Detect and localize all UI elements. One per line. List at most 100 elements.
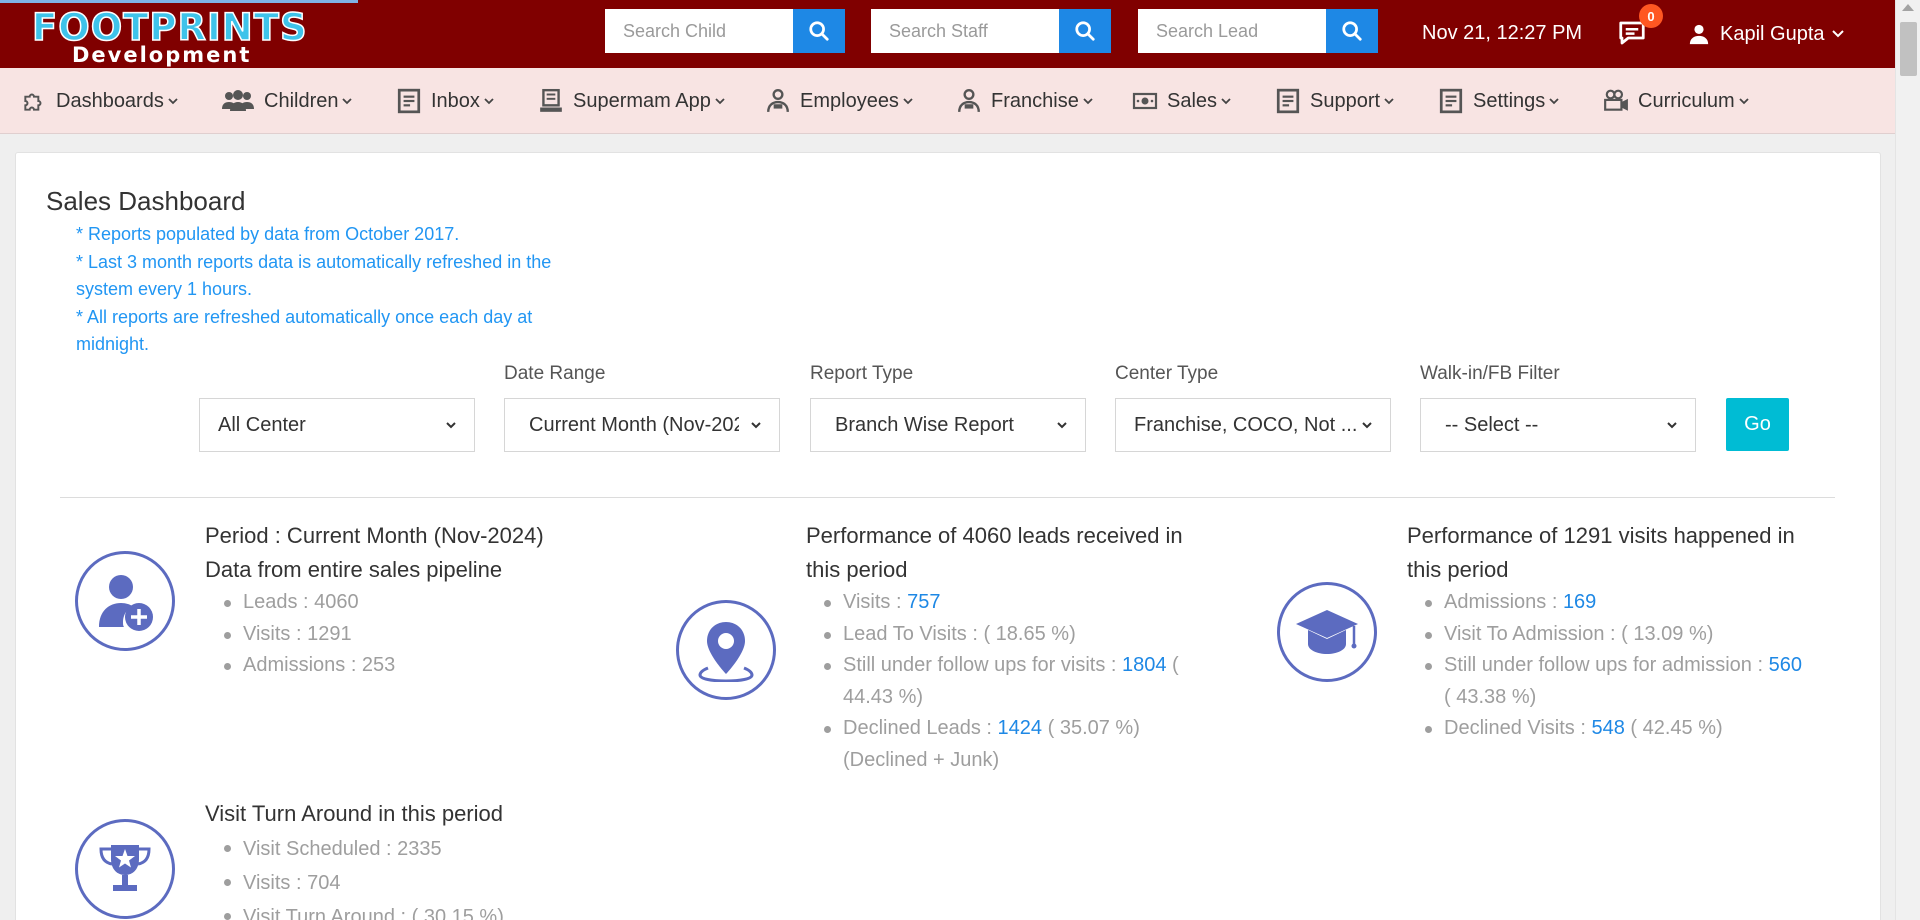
nav-label: Employees bbox=[800, 89, 899, 112]
chevron-down-icon bbox=[1221, 98, 1231, 105]
divider bbox=[60, 497, 1835, 498]
chevron-down-icon bbox=[1057, 422, 1067, 429]
nav-children[interactable]: Children bbox=[220, 68, 353, 134]
stat-percent: ( 43.38 %) bbox=[1444, 685, 1537, 708]
nav-label: Inbox bbox=[431, 89, 480, 112]
list-item: Visits : 757 bbox=[824, 587, 1223, 619]
nav-inbox[interactable]: Inbox bbox=[395, 68, 495, 134]
top-header: FOOTPRINTS Development Nov 21, 12:27 PM … bbox=[0, 0, 1920, 68]
nav-dashboards[interactable]: Dashboards bbox=[20, 68, 179, 134]
list-item: Visit To Admission : ( 13.09 %) bbox=[1425, 619, 1884, 651]
chevron-down-icon bbox=[484, 98, 494, 105]
stat-percent: 44.43 %) bbox=[843, 685, 924, 708]
search-lead-input[interactable] bbox=[1138, 9, 1326, 53]
stat-label: Declined Leads : bbox=[843, 717, 998, 739]
period-title: Period : Current Month (Nov-2024) Data f… bbox=[205, 519, 544, 587]
nav-label: Children bbox=[264, 89, 339, 112]
walkin-filter-select-value: -- Select -- bbox=[1445, 413, 1539, 436]
declined-leads-link[interactable]: 1424 bbox=[998, 717, 1043, 739]
stat-label: Still under follow ups for admission : bbox=[1444, 654, 1769, 676]
nav-supermam-app[interactable]: Supermam App bbox=[537, 68, 726, 134]
scroll-up-arrow-icon[interactable] bbox=[1902, 4, 1914, 11]
support-icon bbox=[1274, 87, 1302, 115]
graduation-cap-icon bbox=[1277, 582, 1377, 682]
franchise-icon bbox=[955, 87, 983, 115]
main-nav: Dashboards Children Inbox Supermam App E… bbox=[0, 68, 1920, 134]
user-name: Kapil Gupta bbox=[1720, 22, 1825, 45]
nav-settings[interactable]: Settings bbox=[1437, 68, 1560, 134]
current-datetime: Nov 21, 12:27 PM bbox=[1422, 22, 1583, 44]
search-child-button[interactable] bbox=[793, 9, 845, 53]
nav-franchise[interactable]: Franchise bbox=[955, 68, 1094, 134]
chevron-down-icon bbox=[903, 98, 913, 105]
declined-visits-link[interactable]: 548 bbox=[1591, 717, 1624, 739]
messages-button[interactable]: 0 bbox=[1617, 4, 1663, 48]
list-item: Visits : 704 bbox=[224, 866, 504, 900]
followup-admission-link[interactable]: 560 bbox=[1769, 654, 1802, 676]
users-icon bbox=[220, 87, 256, 115]
search-lead bbox=[1138, 9, 1378, 53]
walkin-filter-label: Walk-in/FB Filter bbox=[1420, 363, 1560, 384]
stat-label: Still under follow ups for visits : bbox=[843, 654, 1122, 676]
money-icon bbox=[1131, 87, 1159, 115]
center-type-select[interactable]: Franchise, COCO, Not ... bbox=[1115, 398, 1391, 452]
date-range-select-value: Current Month (Nov-2024) bbox=[529, 413, 739, 436]
turnaround-stats: Visit Scheduled : 2335 Visits : 704 Visi… bbox=[224, 832, 504, 920]
add-user-icon bbox=[75, 551, 175, 651]
location-pin-icon bbox=[676, 600, 776, 700]
note-item: * All reports are refreshed automaticall… bbox=[76, 306, 533, 355]
visits-title-line: this period bbox=[1407, 557, 1509, 582]
visits-link[interactable]: 757 bbox=[907, 591, 940, 613]
search-lead-button[interactable] bbox=[1326, 9, 1378, 53]
admissions-link[interactable]: 169 bbox=[1563, 591, 1596, 613]
go-button[interactable]: Go bbox=[1726, 398, 1789, 451]
search-staff-button[interactable] bbox=[1059, 9, 1111, 53]
stat-note: (Declined + Junk) bbox=[843, 748, 1000, 771]
list-item: Admissions : 253 bbox=[223, 650, 395, 682]
nav-support[interactable]: Support bbox=[1274, 68, 1395, 134]
chevron-down-icon bbox=[1739, 98, 1749, 105]
nav-employees[interactable]: Employees bbox=[764, 68, 914, 134]
nav-sales[interactable]: Sales bbox=[1131, 68, 1232, 134]
center-select[interactable]: All Center bbox=[199, 398, 475, 452]
page-title: Sales Dashboard bbox=[46, 186, 246, 216]
search-icon bbox=[1075, 21, 1095, 41]
list-item: Leads : 4060 bbox=[223, 587, 395, 619]
settings-icon bbox=[1437, 87, 1465, 115]
visits-title: Performance of 1291 visits happened in t… bbox=[1407, 519, 1795, 587]
curriculum-icon bbox=[1602, 87, 1630, 115]
page-scrollbar[interactable] bbox=[1895, 0, 1920, 920]
list-item: Lead To Visits : ( 18.65 %) bbox=[824, 619, 1223, 651]
scrollbar-thumb[interactable] bbox=[1900, 22, 1917, 76]
list-item: Visits : 1291 bbox=[223, 619, 395, 651]
search-child bbox=[605, 9, 845, 53]
stat-percent: ( 35.07 %) bbox=[1042, 717, 1140, 739]
period-title-line: Period : Current Month (Nov-2024) bbox=[205, 523, 544, 548]
chevron-down-icon bbox=[1831, 30, 1844, 38]
nav-curriculum[interactable]: Curriculum bbox=[1602, 68, 1750, 134]
logo[interactable]: FOOTPRINTS Development bbox=[31, 7, 307, 66]
list-item: Visit Scheduled : 2335 bbox=[224, 832, 504, 866]
search-staff bbox=[871, 9, 1111, 53]
walkin-filter-select[interactable]: -- Select -- bbox=[1420, 398, 1696, 452]
date-range-label: Date Range bbox=[504, 363, 606, 384]
leads-stats: Visits : 757 Lead To Visits : ( 18.65 %)… bbox=[824, 587, 1223, 776]
report-type-select[interactable]: Branch Wise Report bbox=[810, 398, 1086, 452]
search-child-input[interactable] bbox=[605, 9, 793, 53]
inbox-icon bbox=[395, 87, 423, 115]
report-type-select-value: Branch Wise Report bbox=[835, 413, 1014, 436]
leads-title-line: this period bbox=[806, 557, 908, 582]
nav-label: Support bbox=[1310, 89, 1381, 112]
user-menu[interactable]: Kapil Gupta bbox=[1688, 20, 1845, 48]
stat-label: Declined Visits : bbox=[1444, 717, 1592, 739]
note-item: * Last 3 month reports data is automatic… bbox=[76, 251, 552, 300]
notes: * Reports populated by data from October… bbox=[76, 221, 576, 359]
chevron-down-icon bbox=[342, 98, 353, 105]
nav-label: Settings bbox=[1473, 89, 1546, 112]
followup-visits-link[interactable]: 1804 bbox=[1122, 654, 1167, 676]
search-icon bbox=[809, 21, 829, 41]
search-staff-input[interactable] bbox=[871, 9, 1059, 53]
stat-percent: ( 42.45 %) bbox=[1624, 717, 1723, 739]
chevron-down-icon bbox=[1083, 98, 1093, 105]
date-range-select[interactable]: Current Month (Nov-2024) bbox=[504, 398, 780, 452]
